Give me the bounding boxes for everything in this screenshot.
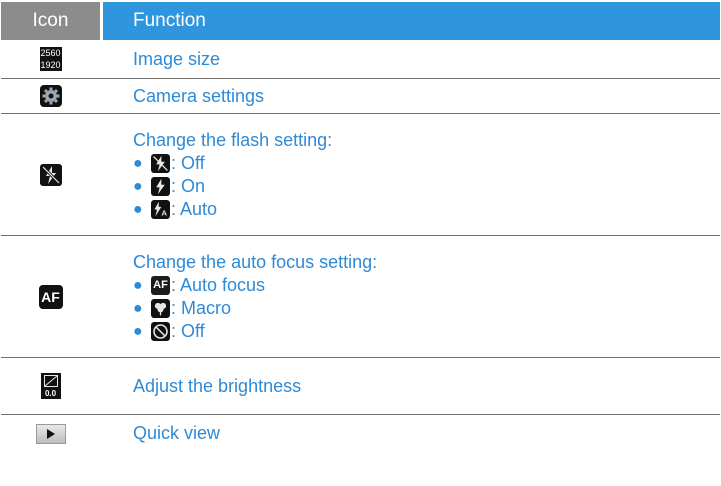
- image-size-width-text: 2560: [40, 48, 61, 58]
- table-header: Icon Function: [1, 2, 720, 40]
- image-size-icon: 2560 1920: [39, 47, 62, 71]
- header-function-column: Function: [103, 2, 720, 40]
- option-label: : On: [171, 175, 206, 196]
- function-cell: Adjust the brightness: [103, 358, 720, 414]
- table-row: Quick view: [1, 415, 720, 452]
- svg-text:A: A: [161, 208, 167, 217]
- bullet: ●: [133, 200, 143, 218]
- play-icon: [35, 423, 66, 444]
- icon-cell: 2560 1920: [1, 40, 100, 78]
- option-label: : Off: [171, 152, 205, 173]
- bullet: ●: [133, 299, 143, 317]
- icon-cell: [1, 79, 100, 113]
- icon-cell: [1, 415, 100, 452]
- function-cell: Image size: [103, 40, 720, 78]
- macro-icon: [151, 298, 170, 318]
- function-text: Image size: [133, 48, 221, 69]
- option-label: : Auto: [171, 198, 218, 219]
- function-text: Quick view: [133, 423, 221, 443]
- function-cell: Change the auto focus setting: ● AF : Au…: [103, 236, 720, 357]
- flash-on-icon: [151, 176, 170, 196]
- bullet: ●: [133, 177, 143, 195]
- camera-settings-gear-icon: [39, 85, 62, 107]
- play-triangle-icon: [46, 428, 55, 439]
- flash-off-icon: [151, 153, 170, 173]
- function-text: Change the flash setting:: [133, 129, 333, 150]
- list-item: ● : On: [133, 175, 720, 198]
- table-row: Camera settings: [1, 79, 720, 114]
- table-row: Change the flash setting: ● : Off ● : On: [1, 114, 720, 236]
- flash-auto-icon: A: [151, 199, 170, 219]
- function-cell: Change the flash setting: ● : Off ● : On: [103, 114, 720, 235]
- list-item: ● : Off: [133, 320, 720, 343]
- function-cell: Camera settings: [103, 79, 720, 113]
- option-label: : Macro: [171, 297, 232, 318]
- list-item: ● AF : Auto focus: [133, 274, 720, 297]
- bullet: ●: [133, 276, 143, 294]
- option-label: : Auto focus: [171, 274, 266, 295]
- function-text: Camera settings: [133, 85, 265, 106]
- icon-cell: 0.0: [1, 358, 100, 414]
- exposure-box-icon: [43, 375, 58, 387]
- table-row: AF Change the auto focus setting: ● AF :…: [1, 236, 720, 358]
- function-text: Adjust the brightness: [133, 375, 302, 396]
- auto-focus-icon: AF: [38, 284, 63, 309]
- brightness-icon: 0.0: [40, 373, 61, 399]
- option-label: : Off: [171, 320, 205, 341]
- icon-cell: [1, 114, 100, 235]
- icon-function-table: Icon Function 2560 1920 Image size Camer…: [1, 2, 720, 452]
- function-text: Change the auto focus setting:: [133, 251, 378, 272]
- header-icon-column: Icon: [1, 2, 100, 40]
- list-item: ● A : Auto: [133, 198, 720, 221]
- bullet: ●: [133, 154, 143, 172]
- focus-off-icon: [151, 321, 170, 341]
- list-item: ● : Off: [133, 152, 720, 175]
- auto-focus-icon: AF: [151, 275, 170, 295]
- flash-off-icon: [39, 163, 62, 186]
- table-row: 2560 1920 Image size: [1, 40, 720, 79]
- image-size-height-text: 1920: [40, 60, 61, 70]
- table-row: 0.0 Adjust the brightness: [1, 358, 720, 415]
- function-cell: Quick view: [103, 415, 720, 452]
- brightness-value: 0.0: [44, 389, 57, 398]
- bullet: ●: [133, 322, 143, 340]
- list-item: ● : Macro: [133, 297, 720, 320]
- icon-cell: AF: [1, 236, 100, 357]
